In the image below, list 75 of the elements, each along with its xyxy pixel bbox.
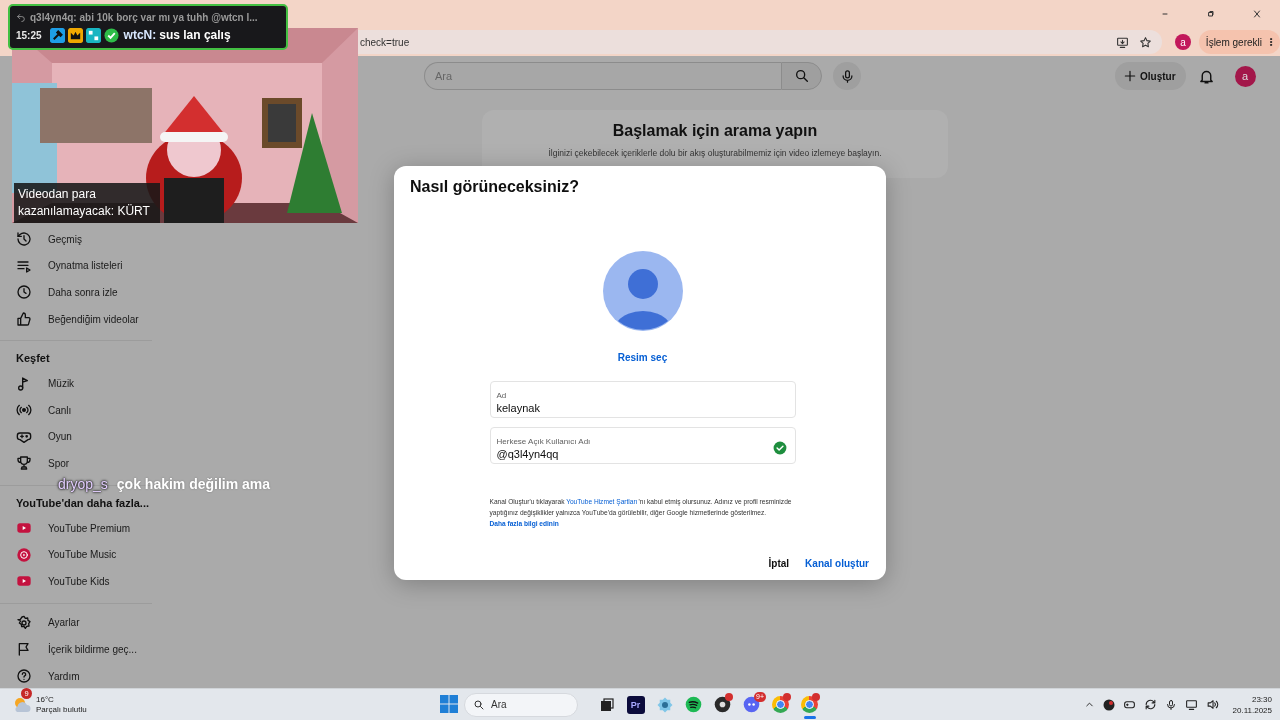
temperature-text: 16°C: [36, 694, 55, 705]
chat-message: çok hakim değilim ama: [116, 476, 271, 492]
chat-message: sus lan çalış: [159, 28, 231, 42]
thumbs-up-icon: [16, 311, 32, 328]
text-field[interactable]: Ad kelaynak: [489, 381, 796, 418]
reply-arrow-icon: [16, 12, 26, 22]
network-icon[interactable]: [1184, 698, 1198, 711]
plus-icon: [1123, 69, 1137, 83]
browser-app-icon[interactable]: [772, 696, 789, 713]
sidebar-item[interactable]: Spor: [0, 450, 152, 477]
sync-icon[interactable]: [1143, 698, 1157, 711]
sidebar-item[interactable]: Geçmiş: [0, 226, 152, 253]
text-field[interactable]: Herkese Açık Kullanıcı Adı @q3l4yn4qq: [489, 427, 796, 464]
clock-icon: [16, 284, 32, 301]
taskbar-app[interactable]: Pr: [626, 695, 645, 714]
sidebar-item[interactable]: YouTube Kids: [0, 567, 152, 595]
cancel-button[interactable]: İptal: [762, 551, 796, 575]
sidebar-item[interactable]: Oynatma listeleri: [0, 252, 152, 280]
tray-app-icon[interactable]: [1102, 698, 1115, 711]
task-view-icon[interactable]: [598, 696, 615, 713]
address-bar[interactable]: check=true: [356, 30, 1162, 54]
action-required-button[interactable]: İşlem gerekli: [1198, 30, 1280, 54]
chat-username: dryop_s: [58, 476, 108, 492]
voice-search-button[interactable]: [833, 62, 861, 90]
sidebar-item[interactable]: Müzik: [0, 370, 152, 397]
windows-logo-icon[interactable]: [440, 694, 458, 713]
profile-avatar[interactable]: a: [1175, 34, 1191, 50]
microphone-icon[interactable]: [1164, 698, 1177, 711]
sidebar-item[interactable]: Ayarlar: [0, 609, 152, 637]
hammer-badge-icon: [49, 27, 65, 43]
prompt-text: İlginizi çekebilecek içeriklerle dolu bir akış oluşturabilmemiz için video izlemeye başlayın.: [548, 148, 882, 158]
install-app-icon[interactable]: [1116, 35, 1129, 49]
pattern-badge-icon: [85, 27, 101, 43]
chat-time: 15:25: [16, 29, 42, 41]
sidebar-item[interactable]: YouTube Music: [0, 541, 152, 568]
gamepad-icon[interactable]: [1122, 698, 1136, 711]
taskbar-app-icon[interactable]: [685, 696, 702, 713]
crown-badge-icon: [67, 27, 83, 43]
search-button[interactable]: [781, 62, 822, 90]
help-icon: [16, 668, 32, 684]
prompt-title: Başlamak için arama yapın: [612, 122, 818, 140]
browser-app-icon[interactable]: [801, 696, 818, 713]
avatar-placeholder-icon: [602, 251, 683, 331]
clock[interactable]: 23:30 20.11.2025: [1232, 693, 1272, 716]
flag-icon: [16, 641, 32, 658]
chat-username: wtcN:: [123, 28, 157, 42]
weather-text: Parçalı bulutlu: [36, 704, 87, 715]
sidebar-item[interactable]: İçerik bildirme geç...: [0, 636, 152, 663]
reply-preview-text: q3l4yn4q: abi 10k borç var mı ya tuhh @wtcn l...: [30, 11, 258, 23]
verified-badge-icon: [103, 27, 119, 43]
section-heading: YouTube'dan daha fazla...: [15, 495, 150, 511]
music-disc-icon: [16, 546, 32, 563]
account-avatar[interactable]: a: [1234, 65, 1256, 87]
sidebar-item[interactable]: Yardım: [0, 662, 152, 688]
sidebar-item[interactable]: YouTube Premium: [0, 514, 152, 542]
search-field[interactable]: Ara: [424, 62, 781, 90]
history-icon: [16, 231, 32, 248]
taskbar-app-icon[interactable]: [714, 696, 731, 713]
create-channel-button[interactable]: Kanal oluştur: [799, 551, 875, 575]
search-icon: [793, 68, 810, 84]
trophy-icon: [16, 455, 32, 472]
choose-picture-link[interactable]: Resim seç: [617, 351, 668, 365]
dialog-title: Nasıl görüneceksiniz?: [410, 177, 580, 197]
search-icon: [473, 698, 485, 711]
section-heading: Keşfet: [15, 351, 51, 367]
sidebar-item[interactable]: Beğendiğim videolar: [0, 305, 152, 333]
speaker-icon[interactable]: [1205, 698, 1219, 711]
sidebar-item[interactable]: Daha sonra izle: [0, 279, 152, 306]
create-button[interactable]: Oluştur: [1115, 62, 1186, 90]
settings-icon: [16, 614, 32, 631]
taskbar-search[interactable]: Ara: [464, 692, 578, 717]
sidebar-item[interactable]: Canlı: [0, 396, 152, 424]
sidebar-item[interactable]: Oyun: [0, 423, 152, 451]
caption-banner: Videodan para kazanılamayacak: KÜRT: [14, 183, 160, 223]
star-icon[interactable]: [1139, 35, 1152, 49]
